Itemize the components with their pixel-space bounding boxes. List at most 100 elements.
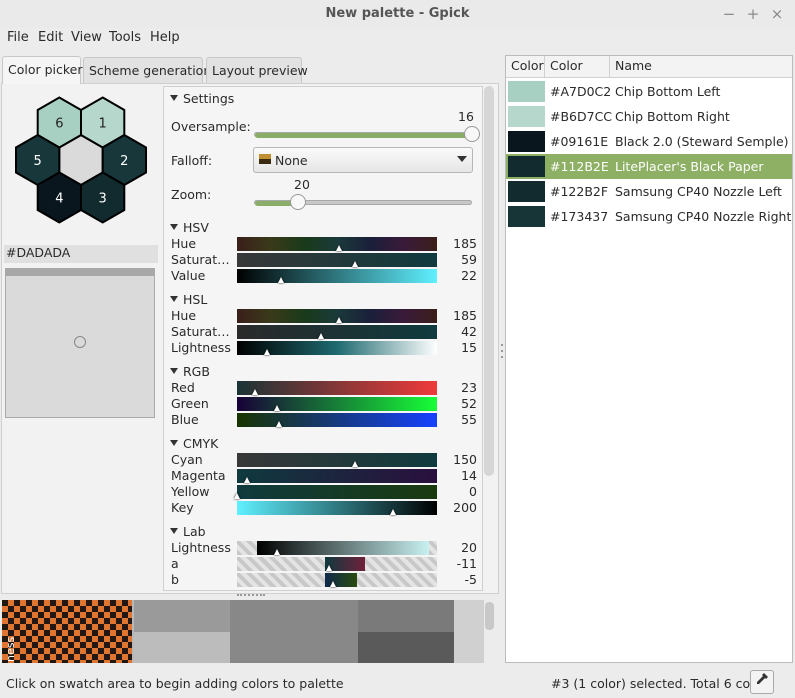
component-value[interactable]: 150 (437, 452, 477, 467)
component-value[interactable]: -5 (437, 572, 477, 587)
component-label: Magenta (171, 468, 226, 483)
column-header-swatch[interactable]: Color (506, 56, 545, 78)
tab-scheme-generation[interactable]: Scheme generation (83, 57, 211, 83)
palette-row-name: Chip Bottom Left (615, 84, 721, 99)
component-gradient-slider[interactable] (237, 413, 437, 427)
menu-view[interactable]: View (71, 29, 102, 53)
component-value[interactable]: 23 (437, 380, 477, 395)
zoom-label: Zoom: (171, 187, 212, 202)
component-gradient-slider[interactable] (237, 269, 437, 283)
palette-row[interactable]: #09161E Black 2.0 (Steward Semple) (506, 129, 792, 154)
settings-scrollbar[interactable] (484, 86, 494, 476)
zoom-slider-knob[interactable] (289, 194, 306, 210)
palette-row[interactable]: #A7D0C2 Chip Bottom Left (506, 79, 792, 104)
settings-header-label: Settings (183, 91, 235, 106)
component-gradient-slider[interactable] (237, 453, 437, 467)
component-gradient-slider[interactable] (237, 397, 437, 411)
palette-row-hex: #A7D0C2 (550, 84, 612, 99)
component-gradient-slider[interactable] (237, 253, 437, 267)
palette-row[interactable]: #173437 Samsung CP40 Nozzle Right (506, 204, 792, 229)
component-value[interactable]: 42 (437, 324, 477, 339)
group-header-rgb[interactable]: RGB (170, 364, 210, 379)
component-value[interactable]: 0 (437, 484, 477, 499)
lab-gamut-segment (257, 541, 429, 555)
tab-color-picker[interactable]: Color picker (2, 56, 83, 84)
pane-resize-handle[interactable] (237, 594, 265, 597)
component-value[interactable]: 20 (437, 540, 477, 555)
component-value[interactable]: 55 (437, 412, 477, 427)
palette-row-swatch (508, 206, 545, 227)
sample-block (358, 600, 454, 632)
component-value[interactable]: 52 (437, 396, 477, 411)
settings-header[interactable]: Settings (170, 91, 234, 106)
slider-marker[interactable] (234, 493, 240, 499)
sample-block (454, 600, 484, 663)
slider-marker[interactable] (326, 565, 332, 571)
palette-row-hex: #112B2E (550, 159, 609, 174)
slider-marker[interactable] (276, 421, 282, 427)
component-value[interactable]: 185 (437, 236, 477, 251)
pane-divider[interactable] (500, 340, 504, 370)
component-value[interactable]: 59 (437, 252, 477, 267)
component-value[interactable]: 22 (437, 268, 477, 283)
component-value[interactable]: 14 (437, 468, 477, 483)
palette-row-name: LitePlacer's Black Paper (615, 159, 764, 174)
component-gradient-slider[interactable] (237, 485, 437, 499)
palette-row[interactable]: #112B2E LitePlacer's Black Paper (506, 154, 792, 179)
expander-icon (170, 224, 178, 230)
palette-row[interactable]: #122B2F Samsung CP40 Nozzle Left (506, 179, 792, 204)
component-label: Lightness (171, 540, 231, 555)
menu-help[interactable]: Help (150, 29, 180, 53)
close-button[interactable]: × (769, 5, 785, 23)
group-header-lab[interactable]: Lab (170, 524, 206, 539)
oversample-slider-knob[interactable] (464, 126, 480, 142)
maximize-button[interactable]: + (745, 5, 761, 23)
swatch-hexagons[interactable]: 6 1 5 2 4 3 (6, 92, 156, 232)
slider-marker[interactable] (274, 405, 280, 411)
tab-layout-preview[interactable]: Layout preview (206, 57, 308, 83)
palette-row-name: Chip Bottom Right (615, 109, 730, 124)
component-gradient-slider[interactable] (237, 501, 437, 515)
slider-marker[interactable] (352, 261, 358, 267)
component-label: Hue (171, 308, 197, 323)
slider-marker[interactable] (336, 317, 342, 323)
slider-marker[interactable] (264, 349, 270, 355)
color-picker-button[interactable] (750, 670, 774, 694)
group-header-hsv[interactable]: HSV (170, 220, 209, 235)
strip-scrollbar[interactable] (485, 602, 494, 630)
slider-marker[interactable] (278, 277, 284, 283)
slider-marker[interactable] (330, 581, 336, 587)
slider-marker[interactable] (336, 245, 342, 251)
column-header-name[interactable]: Name (610, 56, 792, 78)
slider-marker[interactable] (390, 509, 396, 515)
component-value[interactable]: 15 (437, 340, 477, 355)
menu-file[interactable]: File (7, 29, 29, 53)
group-header-hsl[interactable]: HSL (170, 292, 207, 307)
component-value[interactable]: -11 (437, 556, 477, 571)
slider-marker[interactable] (352, 461, 358, 467)
menu-edit[interactable]: Edit (38, 29, 63, 53)
palette-row[interactable]: #B6D7CC Chip Bottom Right (506, 104, 792, 129)
slider-marker[interactable] (318, 333, 324, 339)
component-value[interactable]: 200 (437, 500, 477, 515)
group-header-cmyk[interactable]: CMYK (170, 436, 218, 451)
component-label: Blue (171, 412, 199, 427)
slider-marker[interactable] (252, 389, 258, 395)
lightness-label: ness (4, 636, 17, 662)
column-header-color[interactable]: Color (545, 56, 610, 78)
palette-row-hex: #173437 (550, 209, 609, 224)
component-label: Yellow (171, 484, 210, 499)
menu-tools[interactable]: Tools (109, 29, 141, 53)
component-gradient-slider[interactable] (237, 469, 437, 483)
component-label: Cyan (171, 452, 203, 467)
component-label: Saturat… (171, 324, 230, 339)
palette-row-swatch (508, 131, 545, 152)
slider-marker[interactable] (244, 477, 250, 483)
component-gradient-slider[interactable] (237, 325, 437, 339)
component-value[interactable]: 185 (437, 308, 477, 323)
falloff-gradient-icon (259, 154, 271, 164)
slider-marker[interactable] (274, 549, 280, 555)
component-gradient-slider[interactable] (237, 381, 437, 395)
palette-row-hex: #09161E (550, 134, 609, 149)
minimize-button[interactable]: − (721, 5, 737, 23)
